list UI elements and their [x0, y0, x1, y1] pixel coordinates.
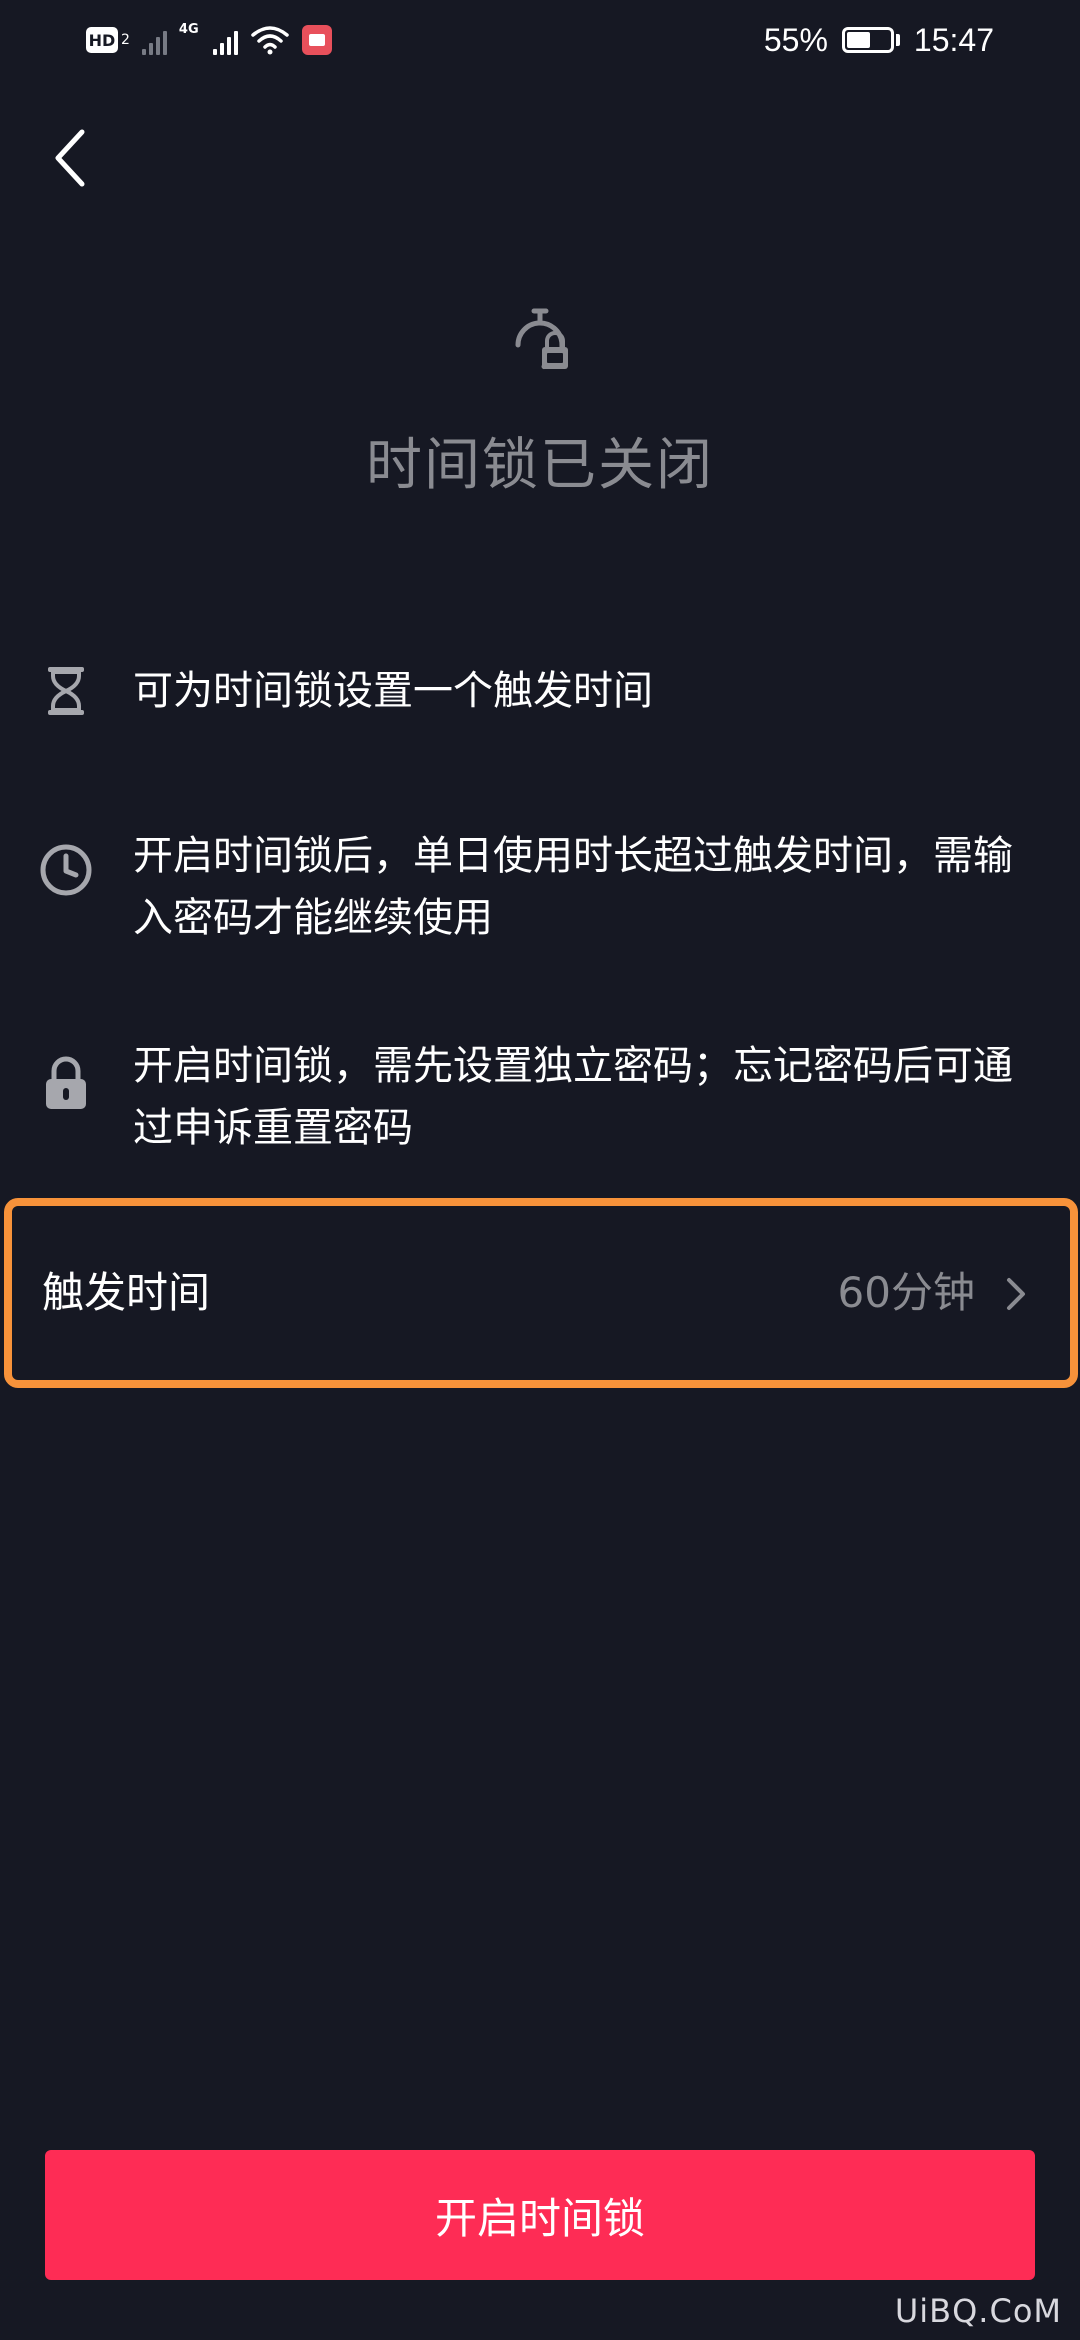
trigger-time-label: 触发时间: [42, 1268, 211, 1317]
network-type-label: 4G: [178, 22, 199, 37]
hd-label: HD: [86, 27, 118, 53]
status-bar: HD 2 4G 55% 15:47: [0, 0, 1080, 80]
notification-app-icon: [301, 25, 332, 55]
hourglass-icon: [38, 663, 94, 719]
battery-icon: [841, 27, 900, 53]
page-title: 时间锁已关闭: [366, 433, 714, 498]
timer-lock-icon: [515, 308, 568, 370]
enable-time-lock-button[interactable]: 开启时间锁: [45, 2150, 1035, 2280]
trigger-time-value: 60分钟: [837, 1268, 975, 1317]
chevron-left-icon: [55, 129, 85, 187]
info-text: 开启时间锁，需先设置独立密码；忘记密码后可通过申诉重置密码: [133, 1043, 1013, 1151]
lock-icon: [38, 1055, 94, 1111]
info-text: 可为时间锁设置一个触发时间: [133, 668, 653, 714]
signal-sim1-icon: [141, 25, 167, 55]
battery-fill: [846, 32, 871, 48]
chevron-right-icon: [1007, 1278, 1025, 1310]
hd-sub-label: 2: [121, 32, 130, 48]
back-button[interactable]: [40, 118, 100, 198]
clock-icon: [38, 842, 94, 898]
screen: HD 2 4G 55% 15:47 时间锁已关闭 可为时间锁设置一个触发时间 开…: [0, 0, 1080, 2340]
status-icons-right: 55% 15:47: [764, 18, 994, 62]
signal-sim2-icon: [212, 25, 238, 55]
clock-time: 15:47: [913, 21, 994, 58]
wifi-icon: [250, 26, 289, 55]
trigger-time-row[interactable]: 触发时间 60分钟: [4, 1198, 1078, 1388]
status-icons-left: HD 2 4G: [86, 20, 332, 60]
info-text: 开启时间锁后，单日使用时长超过触发时间，需输入密码才能继续使用: [133, 833, 1013, 941]
battery-percent: 55%: [763, 21, 828, 58]
watermark: UiBQ.CoM: [894, 2292, 1062, 2330]
hd-icon: HD 2: [86, 27, 130, 53]
